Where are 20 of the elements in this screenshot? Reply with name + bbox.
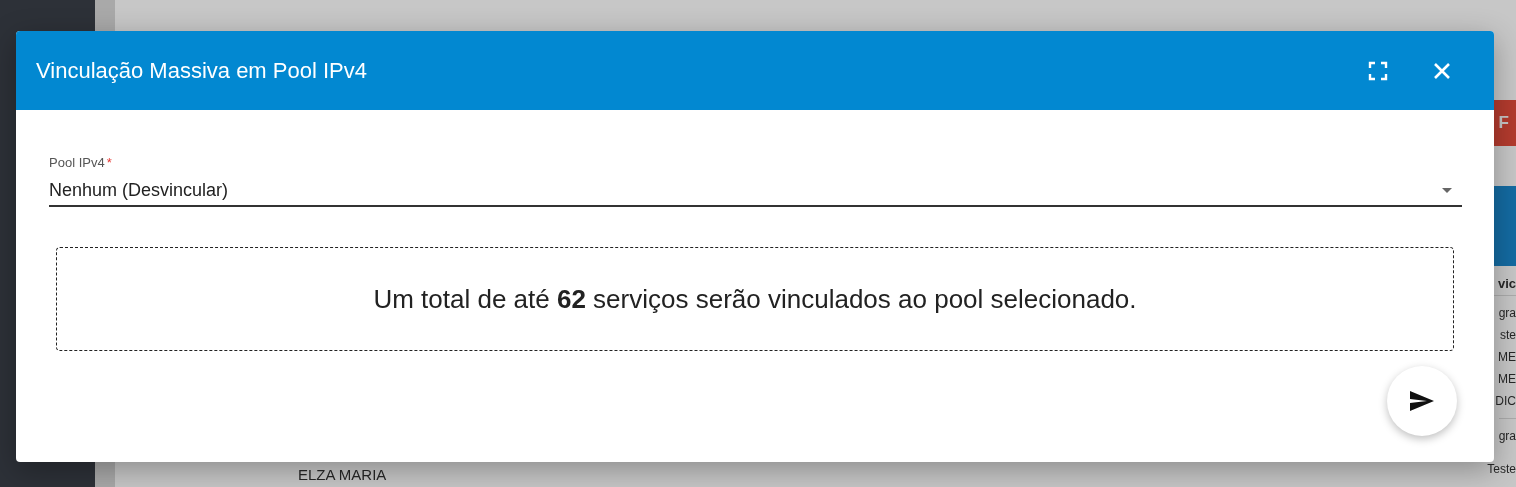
send-icon xyxy=(1410,391,1434,411)
column-header: vic xyxy=(1497,276,1516,293)
table-cell: ELZA MARIA xyxy=(298,466,387,483)
table-cell: gra xyxy=(1498,418,1516,447)
table-cell: Teste xyxy=(1487,461,1516,477)
field-label: Pool IPv4* xyxy=(49,155,113,170)
table-cell-text: ste xyxy=(1500,327,1516,344)
table-cell-text: ME xyxy=(1498,349,1516,366)
table-cell-text: gra xyxy=(1498,305,1516,322)
fullscreen-icon[interactable] xyxy=(1368,60,1388,81)
table-cell-text: ME xyxy=(1498,371,1516,388)
close-icon[interactable] xyxy=(1432,60,1452,81)
dropdown-icon xyxy=(1442,188,1452,193)
table-cell-text: DIC xyxy=(1495,393,1516,410)
pool-select[interactable]: Pool IPv4* Nenhum (Desvincular) xyxy=(49,155,1462,207)
select-value: Nenhum (Desvincular) xyxy=(49,180,229,201)
send-button[interactable] xyxy=(1387,366,1457,436)
message-text: Um total de até 62 serviços serão vinculados ao pool selecionado. xyxy=(373,283,1137,315)
required-mark: * xyxy=(106,155,112,170)
dialog-title: Vinculação Massiva em Pool IPv4 xyxy=(36,57,368,84)
